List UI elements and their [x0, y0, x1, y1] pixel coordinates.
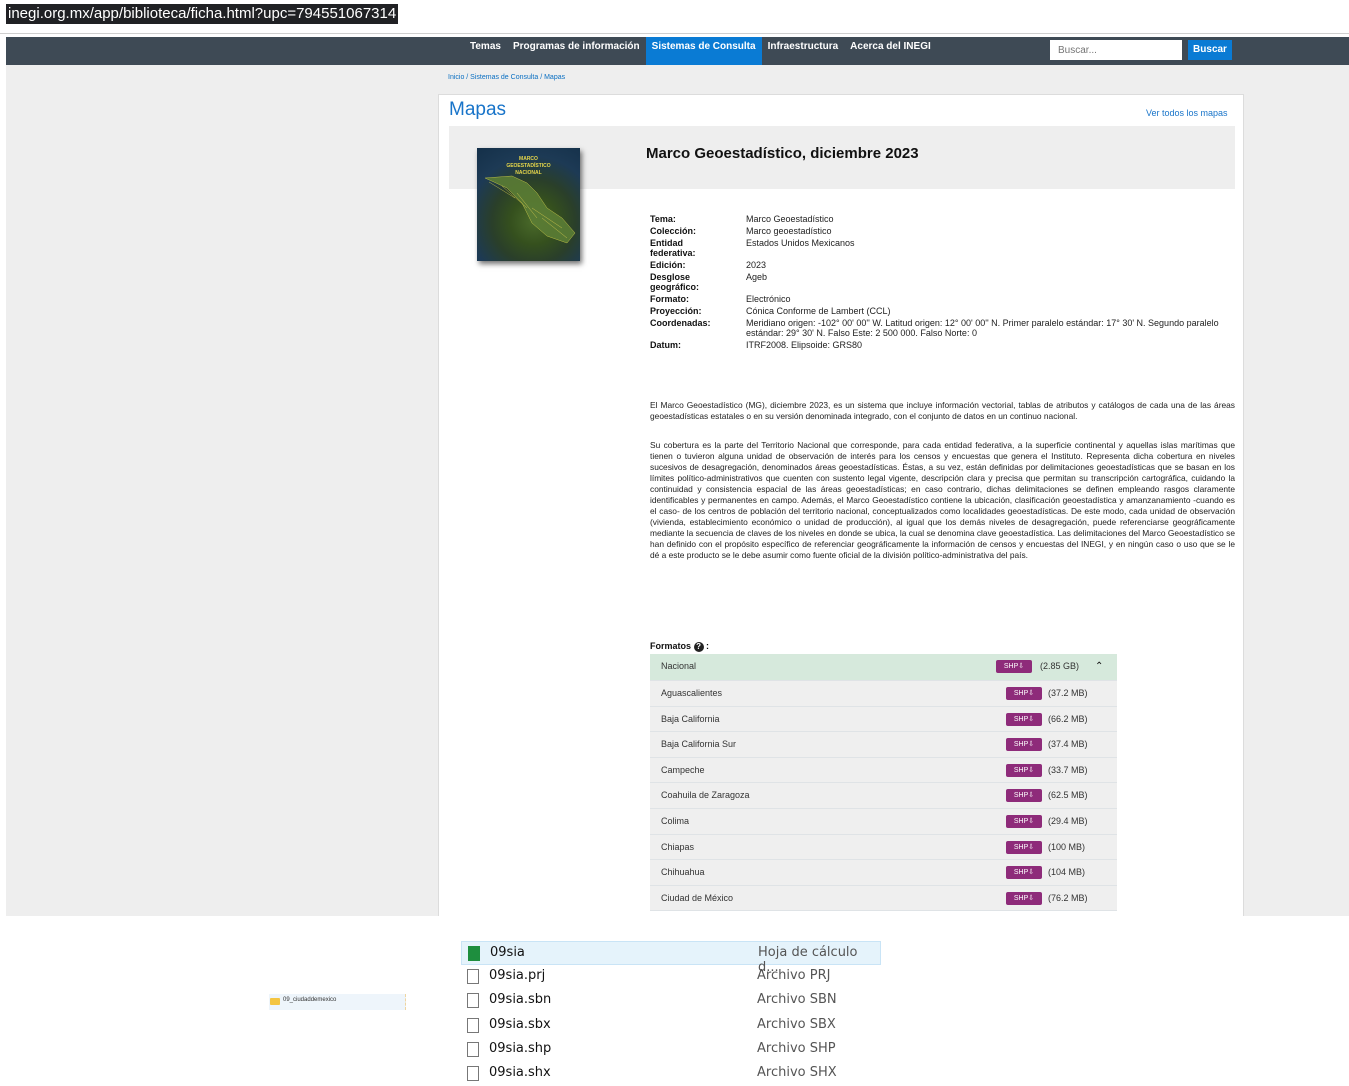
meta-row-tema: Tema: Marco Geoestadístico: [650, 214, 834, 224]
file-row[interactable]: 09sia.shp Archivo SHP: [461, 1038, 881, 1062]
search-button[interactable]: Buscar: [1188, 40, 1232, 60]
nav-item-infraestructura[interactable]: Infraestructura: [762, 37, 845, 65]
file-icon: [467, 969, 479, 985]
nav-item-programas[interactable]: Programas de información: [507, 37, 646, 65]
file-icon: [467, 993, 479, 1009]
folder-name: 09_ciudaddemexico: [283, 997, 337, 1003]
format-row[interactable]: Chihuahua SHP⇩ (104 MB): [650, 860, 1117, 886]
format-row[interactable]: Coahuila de Zaragoza SHP⇩ (62.5 MB): [650, 783, 1117, 809]
format-row-nacional[interactable]: Nacional SHP⇩ (2.85 GB) ⌃: [650, 654, 1117, 681]
nav-item-sistemas-de-consulta[interactable]: Sistemas de Consulta: [645, 37, 762, 65]
nav-item-temas[interactable]: Temas: [464, 37, 507, 65]
spreadsheet-icon: [468, 946, 480, 961]
format-row[interactable]: Ciudad de México SHP⇩ (76.2 MB): [650, 885, 1117, 912]
folder-item[interactable]: 09_ciudaddemexico: [269, 994, 406, 1010]
shp-download-button[interactable]: SHP⇩: [1006, 866, 1042, 880]
file-list: 09sia Hoja de cálculo d... 09sia.prj Archi…: [461, 941, 881, 1086]
format-row[interactable]: Baja California Sur SHP⇩ (37.4 MB): [650, 732, 1117, 758]
meta-row-proyeccion: Proyección: Cónica Conforme de Lambert (C…: [650, 306, 891, 316]
folder-icon: [270, 998, 280, 1005]
file-icon: [467, 1017, 479, 1033]
shp-download-button[interactable]: SHP⇩: [1006, 687, 1042, 700]
format-row[interactable]: Baja California SHP⇩ (66.2 MB): [650, 706, 1117, 733]
format-row[interactable]: Colima SHP⇩ (29.4 MB): [650, 808, 1117, 835]
meta-row-coleccion: Colección: Marco geoestadístico: [650, 226, 832, 236]
see-all-maps-link[interactable]: Ver todos los mapas: [1146, 108, 1228, 118]
breadcrumb[interactable]: Inicio / Sistemas de Consulta / Mapas: [448, 74, 565, 81]
shp-download-button[interactable]: SHP⇩: [1006, 891, 1042, 905]
format-row[interactable]: Campeche SHP⇩ (33.7 MB): [650, 757, 1117, 784]
format-row[interactable]: Aguascalientes SHP⇩ (37.2 MB): [650, 681, 1117, 707]
address-bar[interactable]: inegi.org.mx/app/biblioteca/ficha.html?u…: [6, 4, 399, 24]
meta-row-datum: Datum: ITRF2008. Elipsoide: GRS80: [650, 340, 863, 350]
shp-download-button[interactable]: SHP⇩: [996, 660, 1032, 673]
metadata-list: Tema: Marco Geoestadístico Colección: Marc…: [650, 214, 1226, 352]
meta-row-desglose: Desglose geográfico: Ageb: [650, 272, 768, 292]
format-row[interactable]: Chiapas SHP⇩ (100 MB): [650, 834, 1117, 861]
top-navbar: Temas Programas de información Sistemas …: [6, 37, 1349, 65]
shp-download-button[interactable]: SHP⇩: [1006, 814, 1042, 828]
search-input[interactable]: [1050, 40, 1182, 60]
shp-download-button[interactable]: SHP⇩: [1006, 763, 1042, 777]
formats-heading: Formatos ? :: [650, 641, 710, 652]
meta-row-entidad: Entidad federativa: Estados Unidos Mexica…: [650, 238, 855, 258]
file-row[interactable]: 09sia.prj Archivo PRJ: [461, 965, 881, 989]
description-paragraph-2: Su cobertura es la parte del Territorio …: [650, 440, 1235, 560]
meta-row-formato: Formato: Electrónico: [650, 294, 791, 304]
nav-item-acerca[interactable]: Acerca del INEGI: [844, 37, 937, 65]
shp-download-button[interactable]: SHP⇩: [1006, 738, 1042, 752]
description-paragraph-1: El Marco Geoestadístico (MG), diciembre …: [650, 400, 1235, 421]
map-graphic: [484, 175, 576, 244]
shp-download-button[interactable]: SHP⇩: [1006, 840, 1042, 854]
map-cover-image: MARCO GEOESTADÍSTICO NACIONAL: [477, 148, 580, 261]
meta-row-edicion: Edición: 2023: [650, 260, 767, 270]
nav-menu: Temas Programas de información Sistemas …: [464, 37, 937, 65]
formats-table: Nacional SHP⇩ (2.85 GB) ⌃ Aguascalientes…: [650, 654, 1117, 912]
meta-row-coordenadas: Coordenadas: Meridiano origen: -102° 00' …: [650, 318, 1219, 338]
question-circle-icon[interactable]: ?: [693, 641, 704, 652]
file-row[interactable]: 09sia.sbx Archivo SBX: [461, 1014, 881, 1038]
record-title: Marco Geoestadístico, diciembre 2023: [646, 145, 919, 162]
file-icon: [467, 1065, 479, 1081]
browser-divider: [0, 33, 1349, 34]
file-icon: [467, 1041, 479, 1057]
file-row[interactable]: 09sia.sbn Archivo SBN: [461, 989, 881, 1013]
file-row[interactable]: 09sia Hoja de cálculo d...: [461, 941, 881, 975]
page-title: Mapas: [449, 99, 507, 120]
file-row[interactable]: 09sia.shx Archivo SHX: [461, 1062, 881, 1086]
shp-download-button[interactable]: SHP⇩: [1006, 789, 1042, 803]
chevron-up-icon[interactable]: ⌃: [1095, 661, 1103, 672]
shp-download-button[interactable]: SHP⇩: [1006, 712, 1042, 726]
